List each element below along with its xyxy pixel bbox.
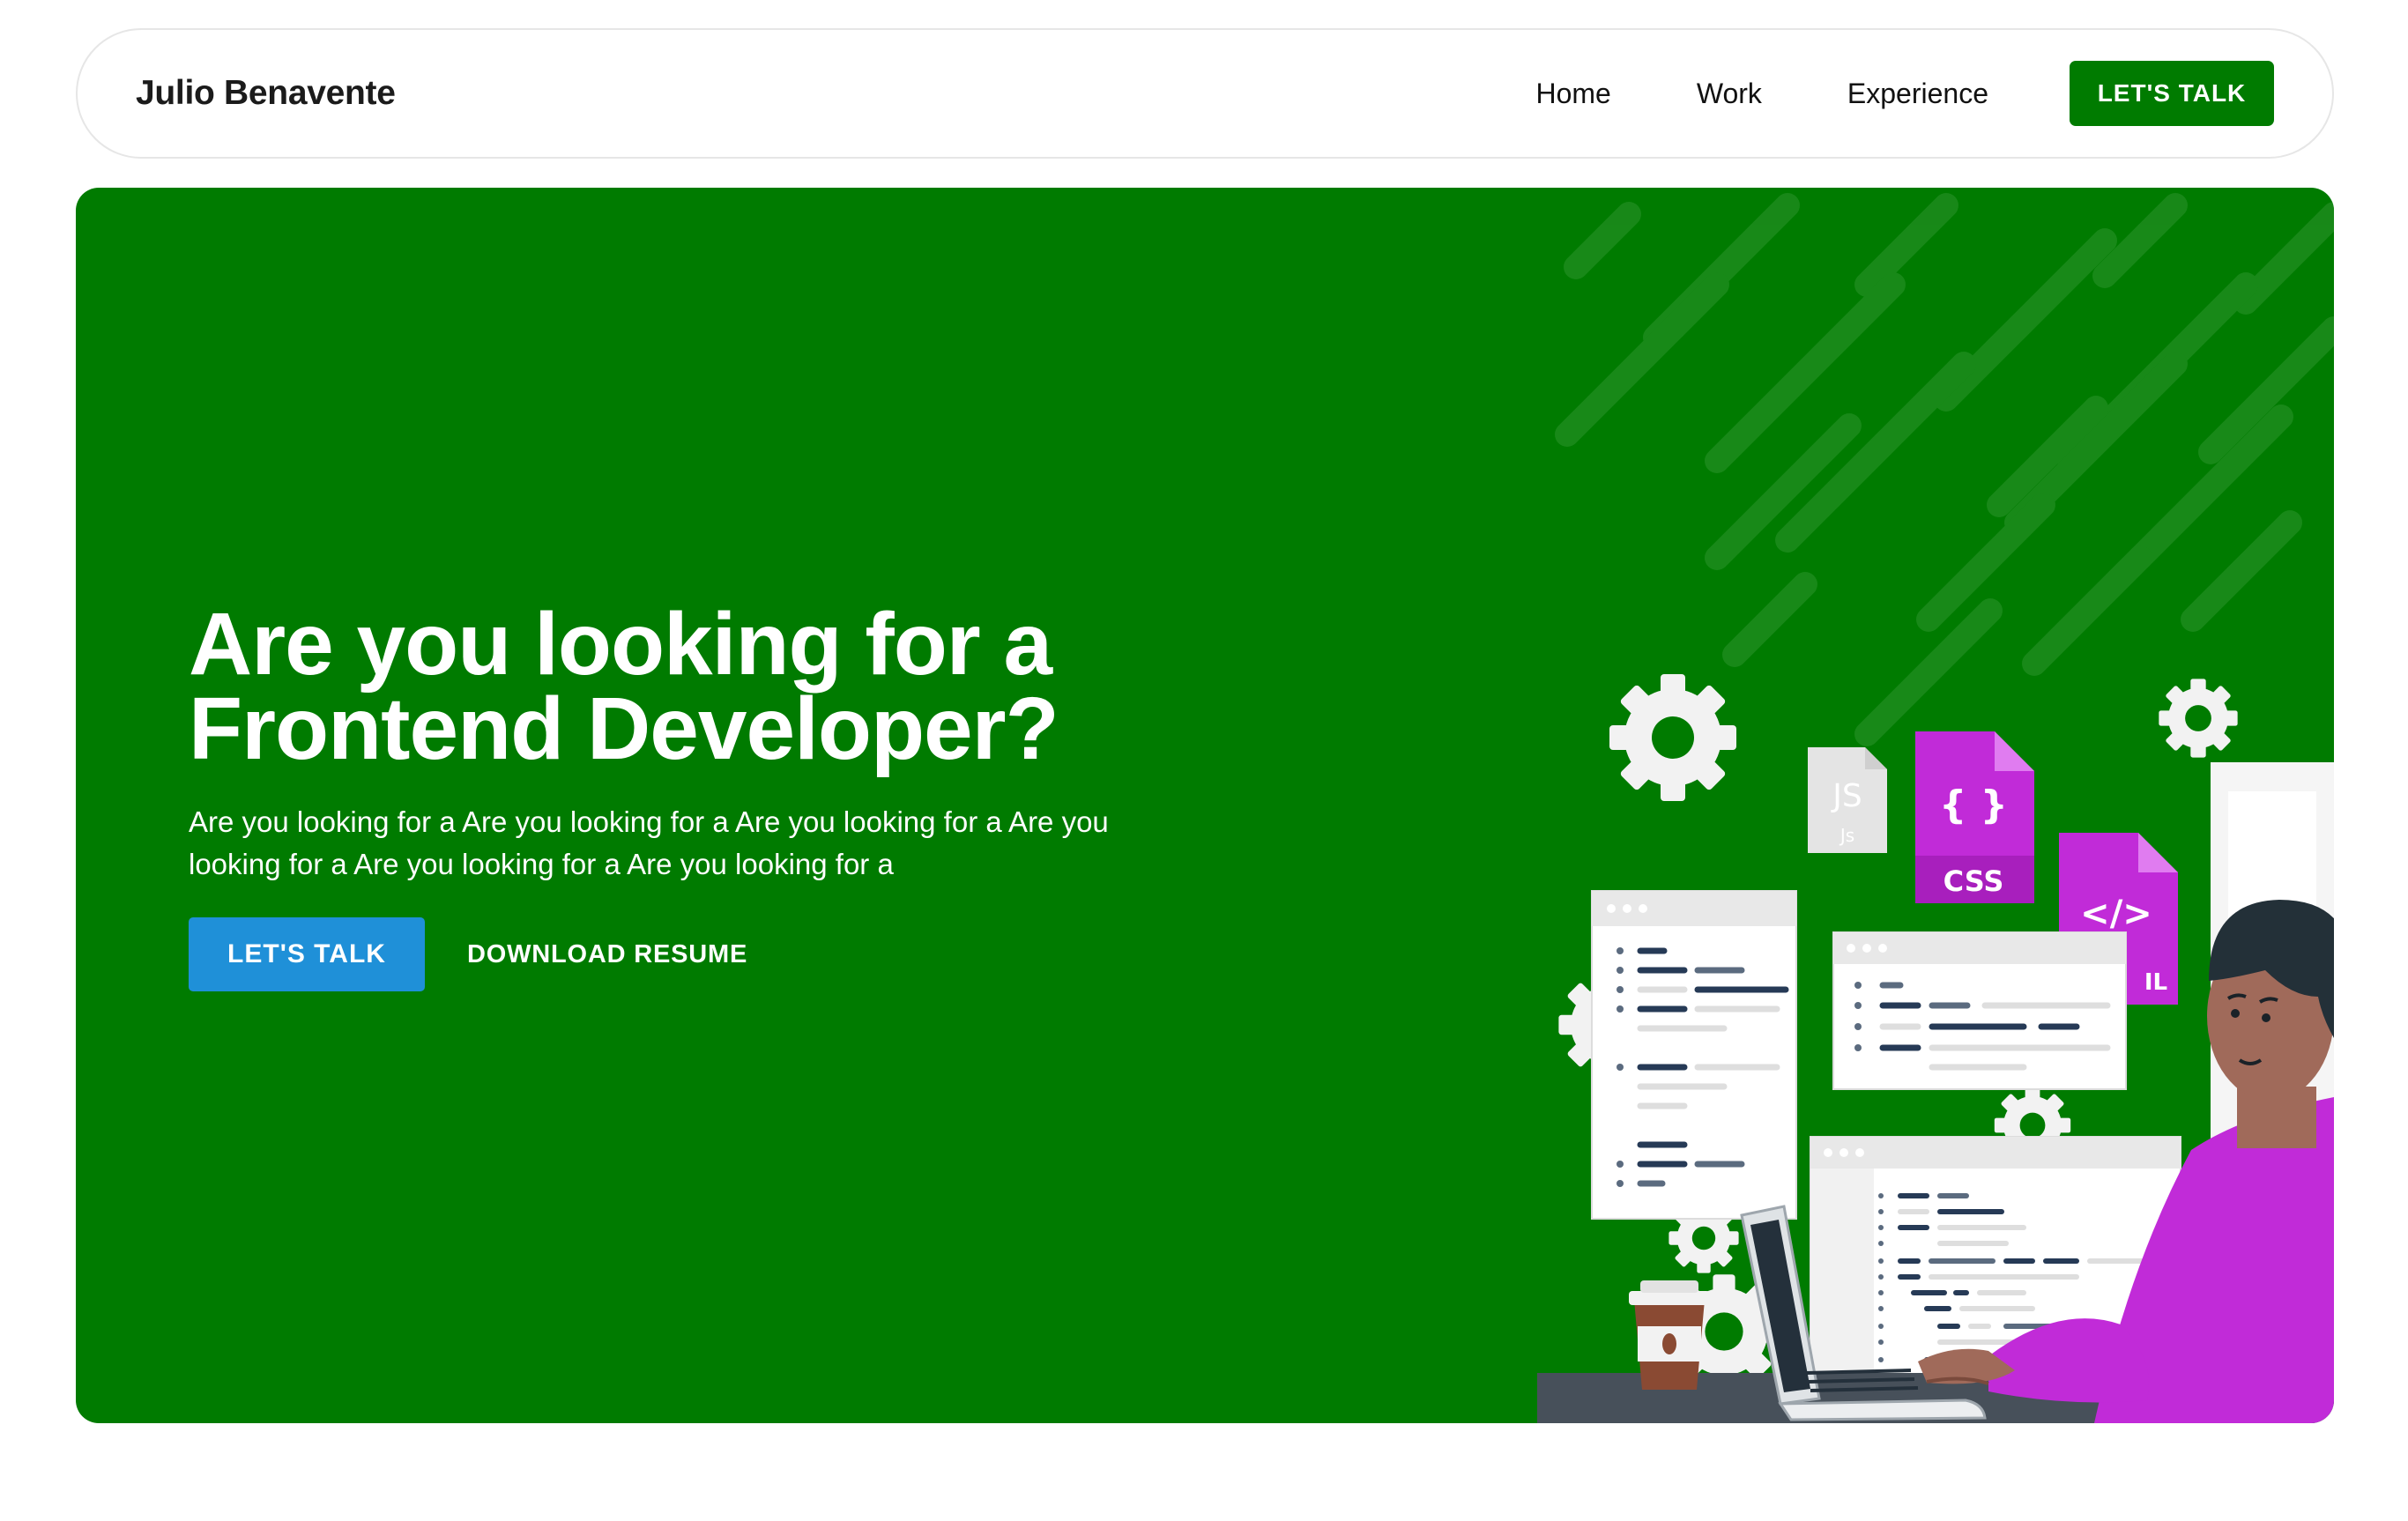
hero-banner: Are you looking for a Frontend Developer… <box>76 188 2334 1423</box>
nav-link-work[interactable]: Work <box>1697 78 1762 110</box>
hero-title: Are you looking for a Frontend Developer… <box>189 600 1202 773</box>
hero-lets-talk-button[interactable]: LET'S TALK <box>189 917 425 991</box>
svg-text:JS: JS <box>1831 778 1862 814</box>
coffee-cup-icon <box>1629 1280 1710 1390</box>
nav-link-experience[interactable]: Experience <box>1847 78 1988 110</box>
hero-actions: LET'S TALK DOWNLOAD RESUME <box>189 917 1202 991</box>
svg-text:{ }: { } <box>1939 783 2008 827</box>
nav-link-home[interactable]: Home <box>1535 78 1610 110</box>
brand-logo[interactable]: Julio Benavente <box>136 74 396 113</box>
gear-icon <box>1609 674 1736 801</box>
hero-title-line-2: Frontend Developer? <box>189 679 1059 778</box>
js-file-icon: JS Js <box>1808 747 1887 853</box>
svg-text:CSS: CSS <box>1943 864 2004 898</box>
code-window <box>1832 931 2127 1090</box>
svg-text:</>: </> <box>2080 894 2152 934</box>
svg-text:IL: IL <box>2144 969 2167 996</box>
gear-icon <box>2159 679 2238 758</box>
code-window <box>1591 890 1797 1220</box>
top-navbar: Julio Benavente Home Work Experience LET… <box>76 28 2334 159</box>
hero-description: Are you looking for a Are you looking fo… <box>189 805 1109 880</box>
download-resume-link[interactable]: DOWNLOAD RESUME <box>467 940 747 969</box>
svg-text:Js: Js <box>1839 825 1854 846</box>
nav-links: Home Work Experience LET'S TALK <box>1535 61 2274 126</box>
css-file-icon: { } CSS <box>1915 731 2034 903</box>
hero-copy: Are you looking for a Frontend Developer… <box>189 600 1202 991</box>
nav-lets-talk-button[interactable]: LET'S TALK <box>2070 61 2274 126</box>
developer-illustration: JS Js { } CSS </> IL <box>1537 674 2334 1423</box>
